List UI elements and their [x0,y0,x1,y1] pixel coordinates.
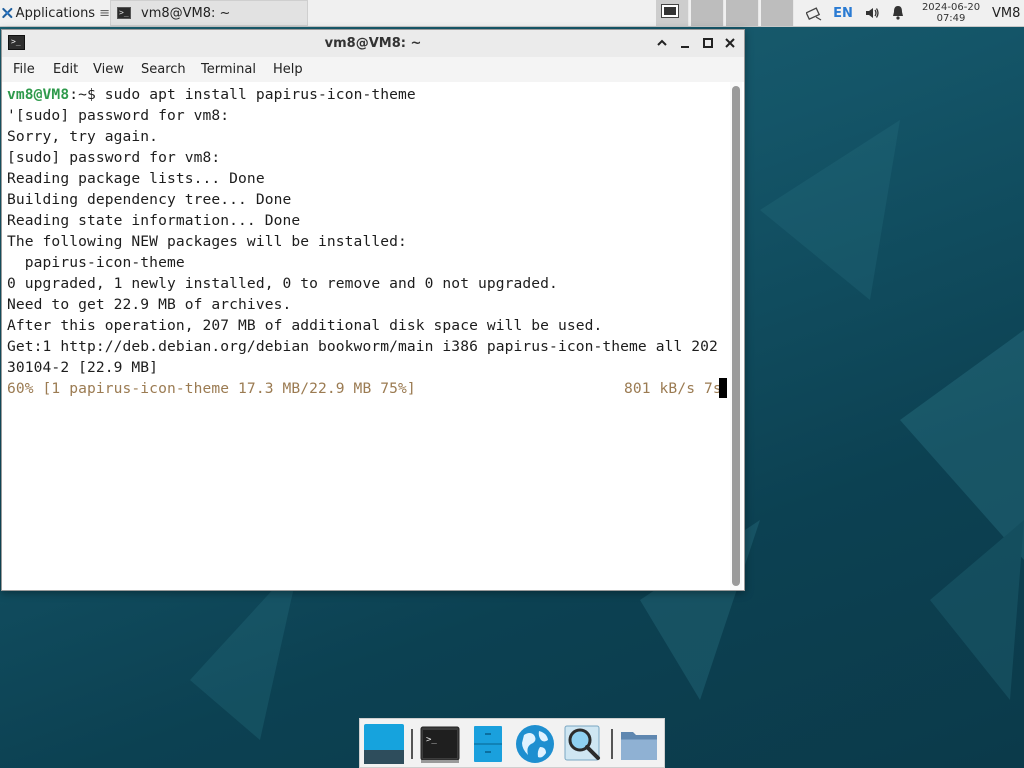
clock-time: 07:49 [936,13,966,24]
top-panel: Applications ≡ >_ vm8@VM8: ~ EN 2024-06-… [0,0,1024,27]
clock[interactable]: 2024-06-20 07:49 [918,0,984,26]
close-button[interactable] [722,35,738,51]
system-tray: EN [806,0,916,26]
output-line: Sorry, try again. [7,128,159,145]
output-line: '[sudo] password for vm8: [7,107,230,124]
progress-status: 60% [1 papirus-icon-theme 17.3 MB/22.9 M… [7,380,416,397]
output-line: Need to get 22.9 MB of archives. [7,296,292,313]
workspace-4[interactable] [761,0,794,26]
progress-line: 60% [1 papirus-icon-theme 17.3 MB/22.9 M… [7,378,729,399]
applications-label: Applications [15,5,96,21]
volume-icon[interactable] [864,5,880,21]
output-line: Get:1 http://deb.debian.org/debian bookw… [7,338,718,355]
workspace-window-thumbnail [661,4,679,18]
output-line: The following NEW packages will be insta… [7,233,407,250]
menu-edit[interactable]: Edit [53,57,78,82]
file-cabinet-icon [474,726,502,762]
output-line: papirus-icon-theme [7,254,185,271]
terminal-icon: >_ [117,7,131,19]
progress-rate: 801 kB/s 7s [624,380,722,397]
terminal-text: vm8@VM8:~$ sudo apt install papirus-icon… [7,84,729,399]
window-title: vm8@VM8: ~ [324,36,422,51]
window-titlebar[interactable]: >_ vm8@VM8: ~ [2,30,744,58]
workspace-3[interactable] [726,0,759,26]
applications-menu-button[interactable]: Applications ≡ [2,0,110,26]
workspace-2[interactable] [691,0,724,26]
user-menu[interactable]: VM8 [992,0,1024,26]
scrollbar-thumb[interactable] [732,86,740,586]
file-manager-launcher[interactable] [467,723,509,765]
taskbar-window-button[interactable]: >_ vm8@VM8: ~ [110,0,308,26]
terminal-output-area[interactable]: vm8@VM8:~$ sudo apt install papirus-icon… [2,82,744,590]
menu-terminal[interactable]: Terminal [201,57,256,82]
minimize-button[interactable] [677,35,693,51]
maximize-button[interactable] [700,35,716,51]
menu-file[interactable]: File [13,57,35,82]
prompt-line: vm8@VM8:~$ sudo apt install papirus-icon… [7,84,729,105]
output-line: 30104-2 [22.9 MB] [7,359,159,376]
chevron-up-icon [657,39,667,46]
globe-icon [516,725,554,763]
notifications-bell-icon[interactable] [890,5,906,21]
show-desktop-icon [364,724,404,764]
output-line: Building dependency tree... Done [7,191,292,208]
menu-search[interactable]: Search [141,57,186,82]
output-line: [sudo] password for vm8: [7,149,221,166]
output-line: After this operation, 207 MB of addition… [7,317,603,334]
output-line: Reading package lists... Done [7,170,265,187]
home-folder-launcher[interactable] [618,723,660,765]
keyboard-layout-indicator[interactable]: EN [832,5,854,21]
terminal-window: >_ vm8@VM8: ~ File Edit View Search Term… [1,29,745,591]
scrollbar[interactable] [730,82,742,590]
xfce-logo-icon [2,7,13,19]
text-cursor [719,378,727,398]
workspace-1[interactable] [656,0,689,26]
web-browser-launcher[interactable] [514,723,556,765]
dock-separator [611,729,613,759]
applications-menu-glyph: ≡ [99,5,110,21]
menu-help[interactable]: Help [273,57,303,82]
terminal-icon: >_ [420,726,460,763]
prompt-user: vm8@VM8 [7,86,70,103]
dock-separator [411,729,413,759]
maximize-icon [703,38,713,48]
svg-text:>_: >_ [426,735,437,745]
dock: >_ [359,718,665,768]
close-icon [725,38,735,48]
minimize-icon [681,46,689,48]
app-finder-launcher[interactable] [562,723,604,765]
show-desktop-button[interactable] [363,723,405,765]
output-line: 0 upgraded, 1 newly installed, 0 to remo… [7,275,558,292]
menu-view[interactable]: View [93,57,124,82]
magnifier-search-icon [564,725,600,761]
language-label: EN [833,5,853,21]
folder-icon [621,732,657,760]
workspace-switcher[interactable] [656,0,796,26]
terminal-launcher[interactable]: >_ [419,723,461,765]
taskbar-window-title: vm8@VM8: ~ [141,5,231,21]
shade-button[interactable] [654,35,670,51]
network-icon[interactable] [806,5,822,21]
output-line: Reading state information... Done [7,212,301,229]
clock-date: 2024-06-20 [921,2,981,13]
menubar: File Edit View Search Terminal Help [2,57,744,83]
prompt-command: :~$ sudo apt install papirus-icon-theme [69,86,416,103]
